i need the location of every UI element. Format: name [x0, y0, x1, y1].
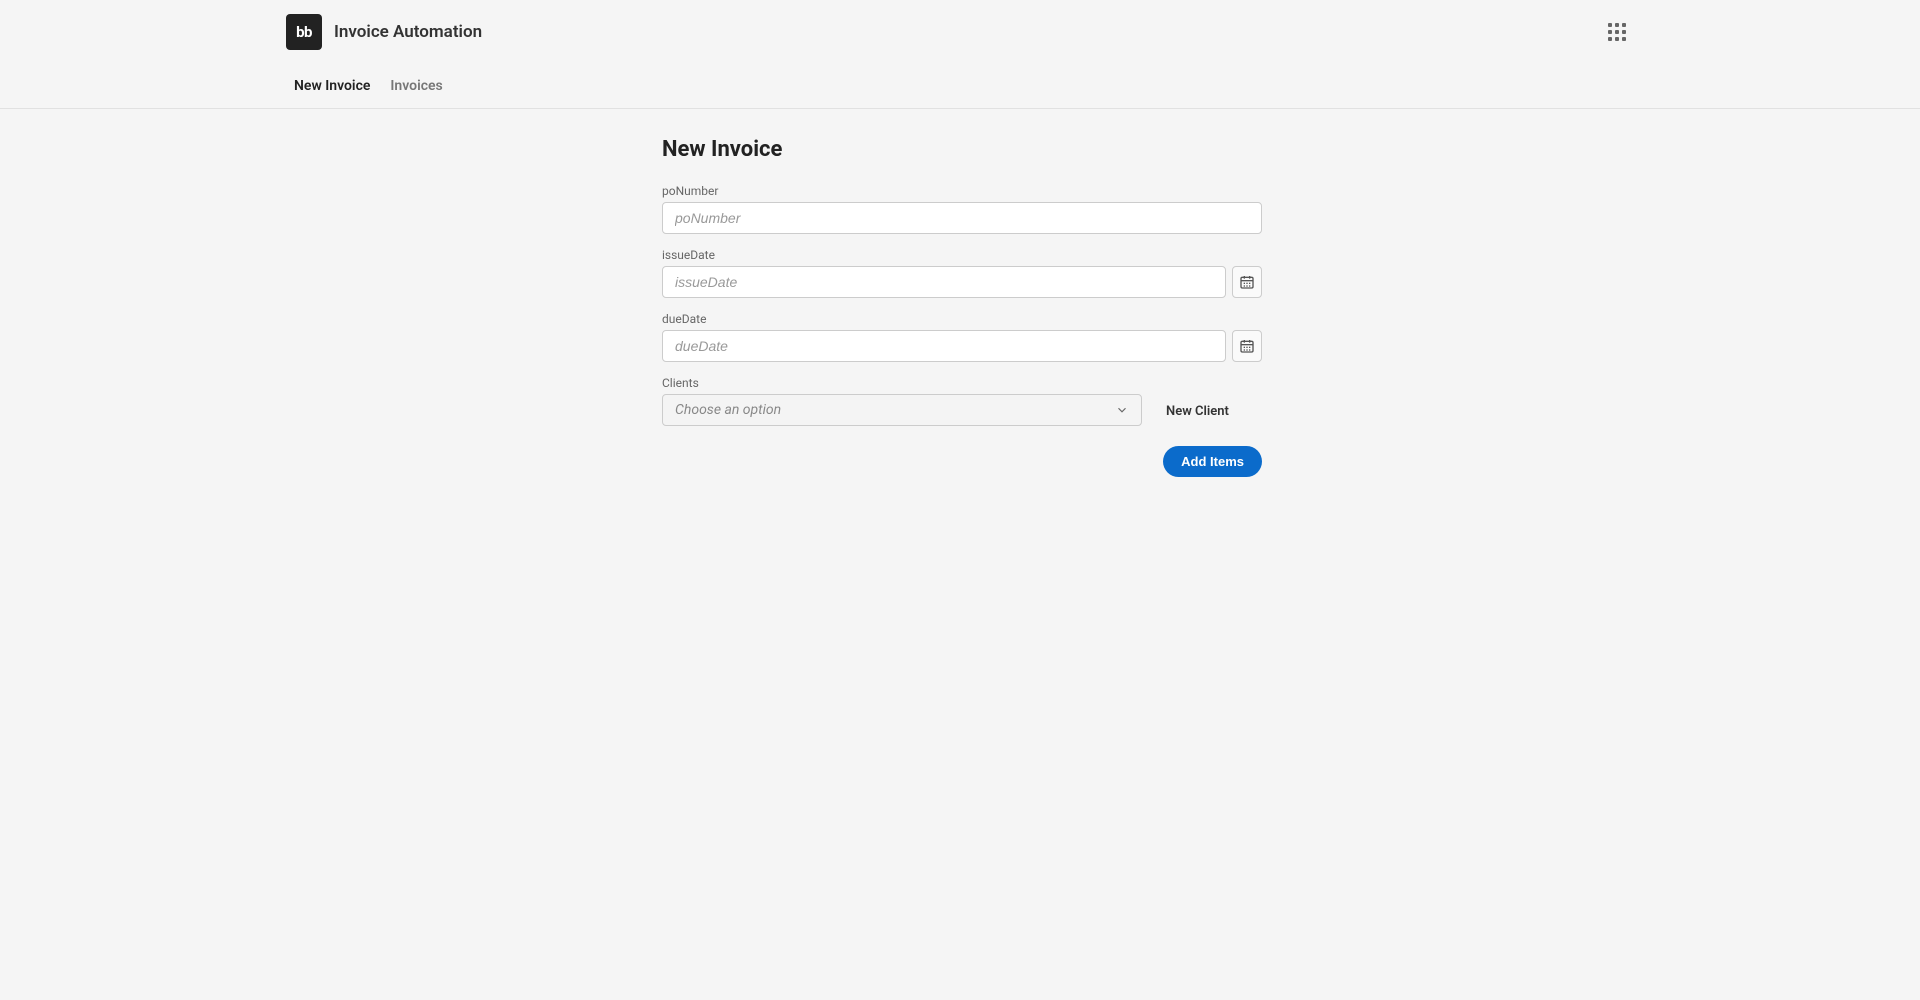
app-logo-text: bb: [296, 23, 312, 41]
select-clients[interactable]: Choose an option: [662, 394, 1142, 426]
apps-grid-icon[interactable]: [1608, 23, 1626, 41]
label-clients: Clients: [662, 376, 1142, 390]
select-clients-placeholder: Choose an option: [675, 402, 781, 418]
brand: bb Invoice Automation: [286, 14, 482, 50]
input-issuedate[interactable]: [662, 266, 1226, 298]
label-duedate: dueDate: [662, 312, 1262, 326]
input-ponumber[interactable]: [662, 202, 1262, 234]
topbar: bb Invoice Automation: [0, 0, 1920, 64]
field-ponumber: poNumber: [662, 184, 1262, 234]
tab-new-invoice[interactable]: New Invoice: [294, 64, 370, 108]
new-client-link[interactable]: New Client: [1166, 404, 1229, 426]
calendar-button-duedate[interactable]: [1232, 330, 1262, 362]
page-title: New Invoice: [662, 137, 1262, 162]
label-ponumber: poNumber: [662, 184, 1262, 198]
app-logo: bb: [286, 14, 322, 50]
label-issuedate: issueDate: [662, 248, 1262, 262]
calendar-icon: [1239, 338, 1255, 354]
app-title: Invoice Automation: [334, 22, 482, 42]
clients-row: Clients Choose an option New Client: [662, 376, 1262, 426]
field-duedate: dueDate: [662, 312, 1262, 362]
form-actions: Add Items: [662, 446, 1262, 477]
input-duedate[interactable]: [662, 330, 1226, 362]
tab-invoices[interactable]: Invoices: [390, 64, 442, 108]
main-content: New Invoice poNumber issueDate: [290, 109, 1630, 557]
field-issuedate: issueDate: [662, 248, 1262, 298]
add-items-button[interactable]: Add Items: [1163, 446, 1262, 477]
field-clients: Clients Choose an option: [662, 376, 1142, 426]
chevron-down-icon: [1115, 403, 1129, 417]
calendar-button-issuedate[interactable]: [1232, 266, 1262, 298]
calendar-icon: [1239, 274, 1255, 290]
tabbar: New Invoice Invoices: [0, 64, 1920, 109]
